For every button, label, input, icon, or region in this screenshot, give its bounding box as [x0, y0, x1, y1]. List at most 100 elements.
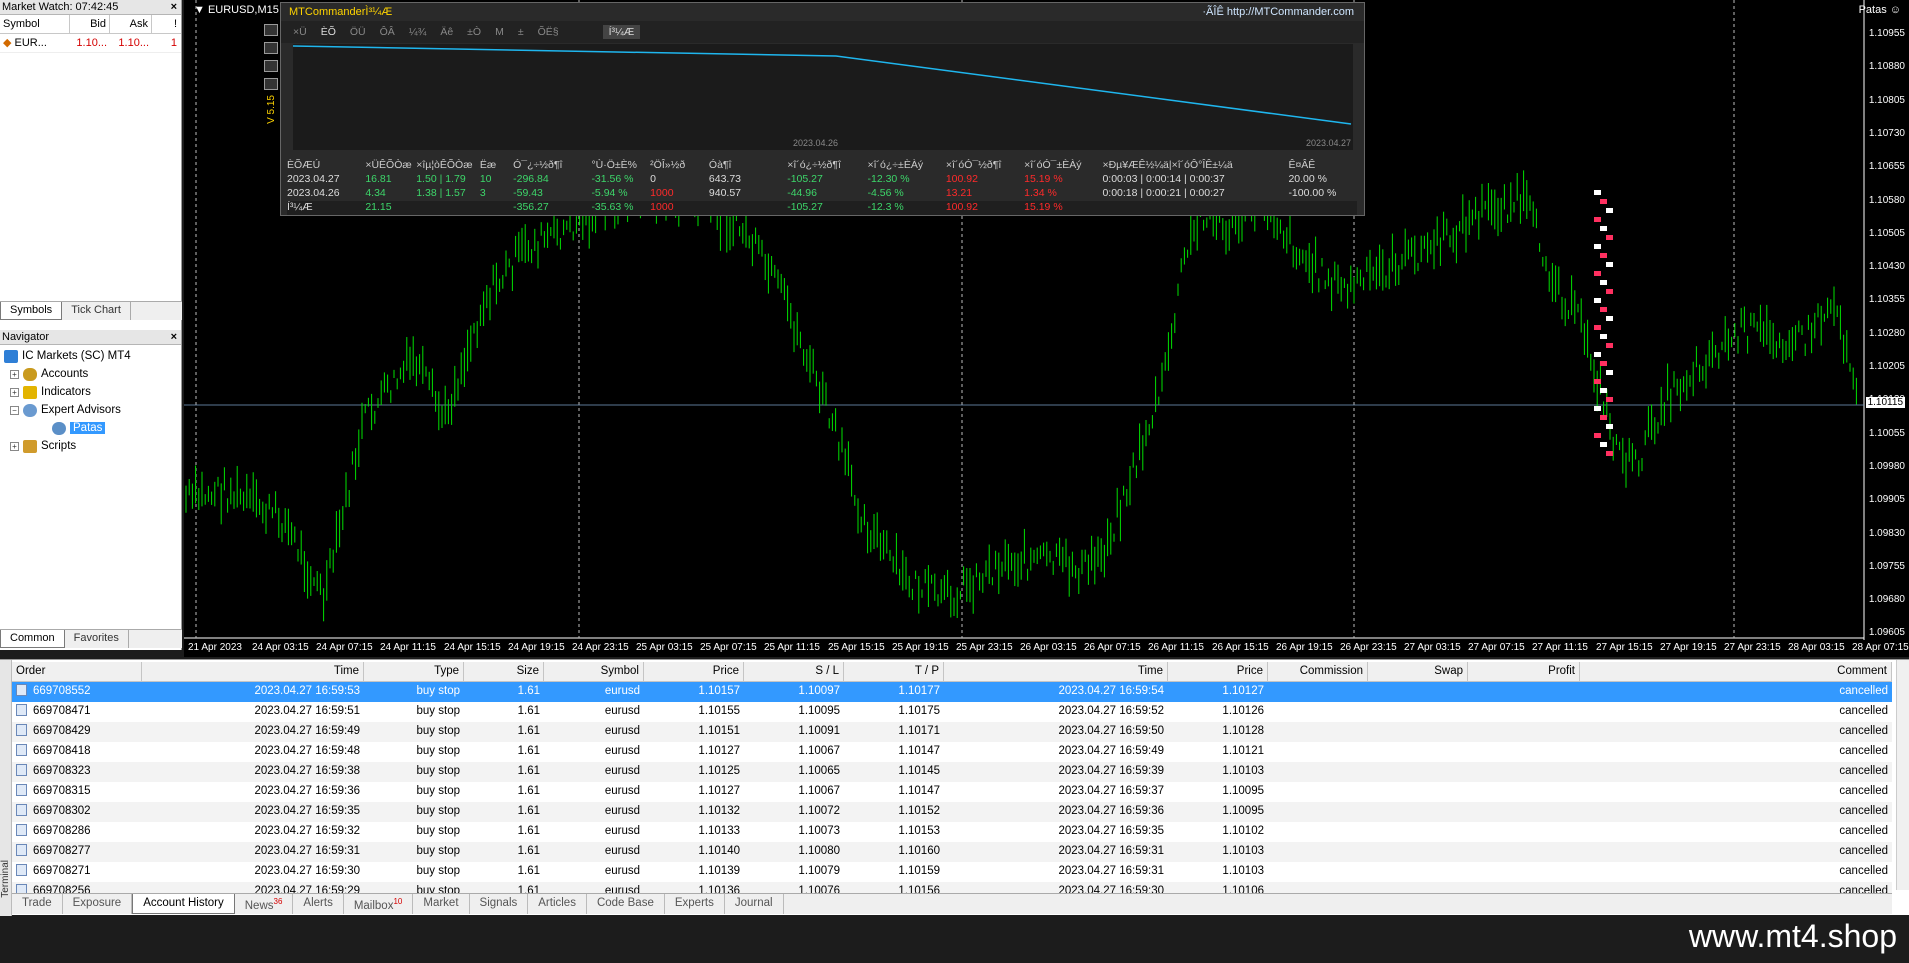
mtc-tab[interactable]: ¼¾ [409, 26, 427, 38]
tab-tick-chart[interactable]: Tick Chart [62, 302, 131, 320]
settings-icon[interactable] [264, 60, 278, 72]
terminal-tab[interactable]: Alerts [293, 894, 344, 914]
expand-icon[interactable]: + [10, 441, 19, 451]
table-row[interactable]: 669708302 2023.04.27 16:59:35 buy stop 1.61… [12, 802, 1892, 822]
column-header[interactable]: Symbol [544, 662, 644, 681]
mtc-tab[interactable]: M [495, 26, 504, 38]
table-cell: eurusd [604, 865, 640, 877]
table-row[interactable]: 669708323 2023.04.27 16:59:38 buy stop 1.61… [12, 762, 1892, 782]
table-cell: 1.61 [517, 845, 540, 857]
y-tick-label: 1.10280 [1868, 327, 1905, 339]
chart-icon[interactable] [264, 78, 278, 90]
mtc-tab[interactable]: ÖÜ [350, 26, 366, 38]
table-cell: 2023.04.27 16:59:32 [254, 825, 360, 837]
column-header[interactable]: Size [464, 662, 544, 681]
terminal-tab[interactable]: Articles [528, 894, 587, 914]
col-ask[interactable]: Ask [110, 15, 152, 33]
tree-item-indicators[interactable]: + Indicators [4, 383, 181, 401]
tree-item-scripts[interactable]: + Scripts [4, 437, 181, 455]
mtc-tab[interactable]: ÔÂ [380, 26, 395, 38]
terminal-tab[interactable]: Trade [12, 894, 63, 914]
terminal-tab[interactable]: Exposure [63, 894, 133, 914]
tab-common[interactable]: Common [0, 630, 65, 648]
close-icon[interactable]: × [171, 0, 177, 14]
terminal-tab[interactable]: Code Base [587, 894, 665, 914]
column-header[interactable]: S / L [744, 662, 844, 681]
order-marker [1600, 253, 1607, 258]
terminal-tab[interactable]: News36 [235, 894, 294, 914]
column-header[interactable]: Price [644, 662, 744, 681]
navigator-tabs: Common Favorites [0, 629, 182, 648]
help-icon[interactable] [264, 42, 278, 54]
terminal-tab[interactable]: Mailbox10 [344, 894, 414, 914]
table-row[interactable]: 669708277 2023.04.27 16:59:31 buy stop 1.61… [12, 842, 1892, 862]
table-cell: eurusd [604, 805, 640, 817]
col-symbol[interactable]: Symbol [0, 15, 70, 33]
tree-item-broker[interactable]: IC Markets (SC) MT4 [4, 347, 181, 365]
terminal-tab[interactable]: Market [413, 894, 470, 914]
mtc-tab[interactable]: ÈÕ [321, 26, 336, 38]
table-row[interactable]: 669708429 2023.04.27 16:59:49 buy stop 1.61… [12, 722, 1892, 742]
mtc-header-cell: ×î´óÓ¯½ð¶î [945, 159, 1002, 171]
table-row[interactable]: 669708271 2023.04.27 16:59:30 buy stop 1.61… [12, 862, 1892, 882]
column-header[interactable]: Type [364, 662, 464, 681]
mtc-total-cell: -105.27 [787, 201, 823, 213]
mtc-link[interactable]: ·ÃÎÊ http://MTCommander.com [1202, 6, 1354, 18]
terminal-tab[interactable]: Journal [725, 894, 784, 914]
mtc-cell: 643.73 [708, 173, 742, 185]
mtc-tab[interactable]: ×Ü [293, 26, 307, 38]
mtc-tab[interactable]: ±Ò [467, 26, 481, 38]
column-header[interactable]: Price [1168, 662, 1268, 681]
table-row[interactable]: 669708315 2023.04.27 16:59:36 buy stop 1.61… [12, 782, 1892, 802]
column-header[interactable]: T / P [844, 662, 944, 681]
column-header[interactable]: Time [142, 662, 364, 681]
table-row[interactable]: 669708418 2023.04.27 16:59:48 buy stop 1.61… [12, 742, 1892, 762]
column-header[interactable]: Profit [1468, 662, 1580, 681]
tree-item-expert-advisors[interactable]: − Expert Advisors [4, 401, 181, 419]
column-header[interactable]: Commission [1268, 662, 1368, 681]
expand-icon[interactable]: + [10, 369, 19, 379]
market-watch-row[interactable]: ◆ EUR... 1.10... 1.10... 1 [0, 34, 181, 53]
table-row[interactable]: 669708286 2023.04.27 16:59:32 buy stop 1.61… [12, 822, 1892, 842]
close-icon[interactable]: × [171, 330, 177, 344]
x-tick-label: 28 Apr 07:15 [1852, 642, 1909, 653]
mtc-total-cell: -356.27 [513, 201, 549, 213]
tab-favorites[interactable]: Favorites [65, 630, 129, 648]
column-header[interactable]: Order [12, 662, 142, 681]
tab-symbols[interactable]: Symbols [0, 302, 63, 320]
price-chart[interactable]: ▼ EURUSD,M15 Patas ☺ 1.10955 1.10880 1.108… [184, 0, 1909, 657]
expand-icon[interactable]: + [10, 387, 19, 397]
table-cell [1268, 702, 1368, 722]
tree-item-accounts[interactable]: + Accounts [4, 365, 181, 383]
panel-icon[interactable] [264, 24, 278, 36]
table-cell: 2023.04.27 16:59:31 [1058, 845, 1164, 857]
table-row[interactable]: 669708471 2023.04.27 16:59:51 buy stop 1.61… [12, 702, 1892, 722]
x-tick-label: 24 Apr 15:15 [444, 642, 501, 653]
terminal-tab[interactable]: Experts [665, 894, 725, 914]
terminal-tab[interactable]: Account History [132, 894, 235, 914]
table-cell: 1.10127 [698, 745, 740, 757]
table-cell: 1.10127 [1222, 685, 1264, 697]
mtc-header-cell: ×îµ¦òÊÕÒæ [416, 159, 473, 171]
table-cell: 1.10159 [898, 865, 940, 877]
col-spread[interactable]: ! [152, 15, 180, 33]
table-cell: 669708277 [12, 842, 142, 862]
order-marker [1594, 433, 1601, 438]
mtc-total-cell: -12.3 % [867, 201, 904, 213]
collapse-icon[interactable]: − [10, 405, 19, 415]
column-header[interactable]: Swap [1368, 662, 1468, 681]
order-icon [16, 784, 27, 796]
terminal-tab[interactable]: Signals [470, 894, 529, 914]
mtc-tab-stats[interactable]: Í³¼Æ [602, 25, 641, 39]
vertical-scrollbar[interactable] [1896, 660, 1909, 890]
col-bid[interactable]: Bid [70, 15, 110, 33]
column-header[interactable]: Comment [1580, 662, 1892, 681]
tree-item-patas[interactable]: Patas [4, 419, 181, 437]
mtc-tab[interactable]: ÕË§ [538, 26, 559, 38]
y-tick-label: 1.10805 [1868, 94, 1905, 106]
mtc-tab[interactable]: ± [518, 26, 524, 38]
column-header[interactable]: Time [944, 662, 1168, 681]
table-cell: 669708286 [12, 822, 142, 842]
mtc-tab[interactable]: Äê [440, 26, 453, 38]
table-row[interactable]: 669708552 2023.04.27 16:59:53 buy stop 1.61… [12, 682, 1892, 702]
